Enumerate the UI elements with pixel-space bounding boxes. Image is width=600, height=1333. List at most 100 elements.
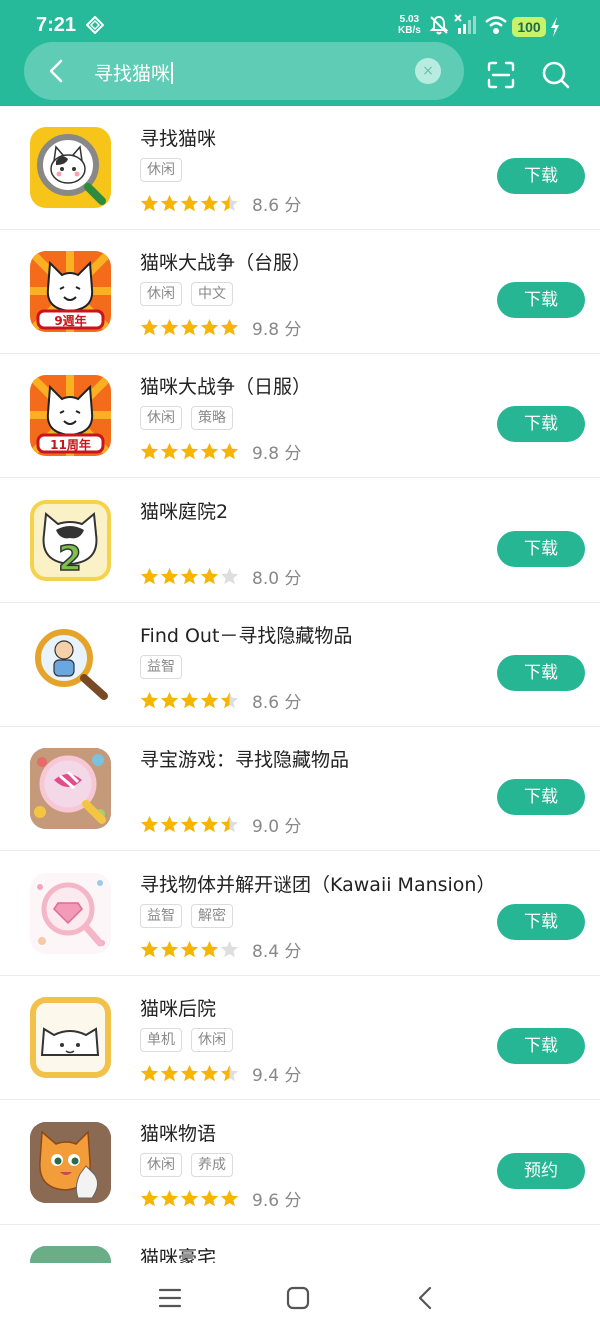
rating: 9.6 分: [140, 1187, 302, 1211]
rating: 9.0 分: [140, 813, 301, 837]
download-button[interactable]: 下载: [497, 904, 585, 940]
download-button[interactable]: 下载: [497, 158, 585, 194]
tag: 休闲: [140, 1153, 182, 1177]
star-full-icon: [160, 1189, 179, 1206]
net-speed: 5.03 KB/s: [398, 14, 421, 36]
score: 8.6 分: [252, 692, 302, 713]
chevron-left-icon[interactable]: [44, 58, 70, 84]
app-name[interactable]: 猫咪大战争（台服）: [140, 248, 311, 275]
tag-list: 益智: [140, 655, 191, 679]
tag: 益智: [140, 655, 182, 679]
wifi-icon: [485, 16, 507, 34]
app-name[interactable]: 猫咪物语: [140, 1119, 216, 1146]
star-full-icon: [180, 318, 199, 335]
app-name[interactable]: 猫咪大战争（日服）: [140, 372, 311, 399]
list-item[interactable]: 11周年 猫咪大战争（日服） 休闲 策略 9.8 分 下载: [0, 354, 600, 478]
app-name[interactable]: Find Out－寻找隐藏物品: [140, 621, 352, 648]
star-full-icon: [140, 194, 159, 211]
star-empty-icon: [220, 940, 239, 957]
star-full-icon: [160, 940, 179, 957]
app-name[interactable]: 寻宝游戏：寻找隐藏物品: [140, 745, 349, 772]
star-full-icon: [160, 691, 179, 708]
status-bar: 7:21 5.03 KB/s 100: [0, 0, 600, 44]
score: 9.6 分: [252, 1190, 302, 1211]
tag: 休闲: [140, 406, 182, 430]
tag-list: 单机 休闲: [140, 1028, 242, 1052]
anniversary-badge: 9週年: [54, 314, 87, 328]
menu-icon[interactable]: [157, 1285, 183, 1311]
neko-cat-icon: [30, 997, 111, 1078]
green-app-icon: [30, 1246, 111, 1263]
search-icon[interactable]: [541, 60, 571, 90]
star-full-icon: [200, 815, 219, 832]
system-nav-bar: [0, 1263, 600, 1333]
star-full-icon: [140, 940, 159, 957]
star-full-icon: [200, 442, 219, 459]
star-half-icon: [220, 815, 239, 832]
tag-list: 休闲 中文: [140, 282, 242, 306]
app-name[interactable]: 猫咪庭院2: [140, 497, 228, 524]
star-full-icon: [140, 691, 159, 708]
diamond-icon: [86, 16, 104, 34]
list-item[interactable]: 寻找猫咪 休闲 8.6 分 下载: [0, 106, 600, 230]
app-name[interactable]: 猫咪豪宅: [140, 1243, 216, 1263]
download-button[interactable]: 下载: [497, 779, 585, 815]
list-item[interactable]: 寻找物体并解开谜团（Kawaii Mansion） 益智 解密 8.4 分 下载: [0, 852, 600, 976]
tag: 单机: [140, 1028, 182, 1052]
reserve-button[interactable]: 预约: [497, 1153, 585, 1189]
score: 9.4 分: [252, 1065, 302, 1086]
list-item[interactable]: Find Out－寻找隐藏物品 益智 8.6 分 下载: [0, 603, 600, 727]
tag: 中文: [191, 282, 233, 306]
star-full-icon: [140, 815, 159, 832]
star-full-icon: [200, 1189, 219, 1206]
rating: 8.0 分: [140, 565, 302, 589]
list-item[interactable]: 2 猫咪庭院2 8.0 分 下载: [0, 479, 600, 603]
score: 8.0 分: [252, 568, 302, 589]
star-full-icon: [160, 815, 179, 832]
star-full-icon: [160, 567, 179, 584]
candy-magnifier-icon: [30, 748, 111, 829]
list-item[interactable]: 猫咪豪宅: [0, 1225, 600, 1263]
download-button[interactable]: 下载: [497, 406, 585, 442]
list-item[interactable]: 9週年 猫咪大战争（台服） 休闲 中文 9.8 分 下载: [0, 230, 600, 354]
star-full-icon: [200, 940, 219, 957]
clear-search-button[interactable]: ×: [415, 58, 441, 84]
download-button[interactable]: 下载: [497, 655, 585, 691]
back-icon[interactable]: [413, 1285, 439, 1311]
star-full-icon: [160, 194, 179, 211]
rating: 8.6 分: [140, 192, 301, 216]
diamond-magnifier-icon: [30, 873, 111, 954]
star-empty-icon: [220, 567, 239, 584]
rating: 9.4 分: [140, 1062, 302, 1086]
app-name[interactable]: 寻找猫咪: [140, 124, 216, 151]
star-full-icon: [140, 1064, 159, 1081]
download-button[interactable]: 下载: [497, 282, 585, 318]
app-name[interactable]: 猫咪后院: [140, 994, 216, 1021]
magnifier-kid-icon: [30, 624, 111, 705]
download-button[interactable]: 下载: [497, 531, 585, 567]
score: 9.8 分: [252, 319, 302, 340]
star-half-icon: [220, 194, 239, 211]
scan-icon[interactable]: [486, 60, 516, 90]
search-input[interactable]: 寻找猫咪: [94, 59, 174, 86]
search-results-list[interactable]: 寻找猫咪 休闲 8.6 分 下载 9週年 猫咪大战争（台服） 休闲 中文 9.8 …: [0, 106, 600, 1263]
home-icon[interactable]: [285, 1285, 311, 1311]
star-full-icon: [160, 1064, 179, 1081]
tag-list: 益智 解密: [140, 904, 242, 928]
rating: 9.8 分: [140, 440, 302, 464]
cat-2-icon: 2: [30, 500, 111, 581]
list-item[interactable]: 寻宝游戏：寻找隐藏物品 9.0 分 下载: [0, 727, 600, 851]
star-full-icon: [140, 567, 159, 584]
list-item[interactable]: 猫咪后院 单机 休闲 9.4 分 下载: [0, 976, 600, 1100]
download-button[interactable]: 下载: [497, 1028, 585, 1064]
star-full-icon: [200, 691, 219, 708]
search-bar[interactable]: 寻找猫咪 ×: [24, 42, 464, 100]
list-item[interactable]: 猫咪物语 休闲 养成 9.6 分 预约: [0, 1101, 600, 1225]
tag: 解密: [191, 904, 233, 928]
star-full-icon: [220, 318, 239, 335]
score: 9.8 分: [252, 443, 302, 464]
app-name[interactable]: 寻找物体并解开谜团（Kawaii Mansion）: [140, 870, 495, 897]
status-time: 7:21: [36, 14, 77, 36]
rating: 9.8 分: [140, 316, 302, 340]
star-full-icon: [220, 442, 239, 459]
